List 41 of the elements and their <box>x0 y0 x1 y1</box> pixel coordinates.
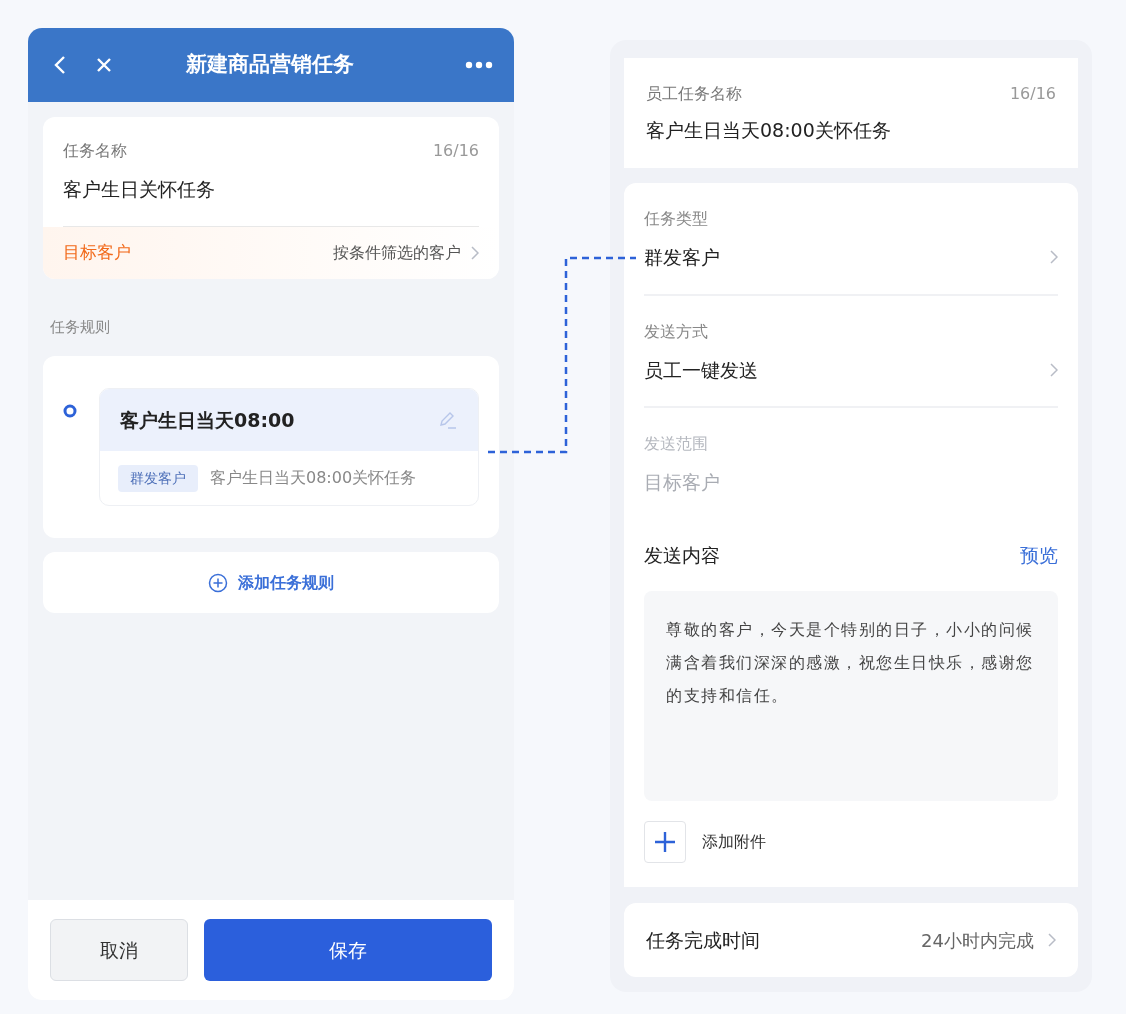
chevron-right-icon <box>1050 250 1058 265</box>
plus-icon <box>654 831 676 853</box>
plus-circle-icon <box>208 572 228 593</box>
target-customer-label: 目标客户 <box>63 240 131 264</box>
add-rule-button[interactable]: 添加任务规则 <box>43 552 499 613</box>
rule-description: 客户生日当天08:00关怀任务 <box>210 467 417 489</box>
rule-tag: 群发客户 <box>118 464 198 492</box>
setting-label: 发送范围 <box>644 433 709 455</box>
setting-value[interactable]: 员工一键发送 <box>644 355 758 384</box>
section-title: 任务规则 <box>50 316 111 338</box>
field-label: 任务名称 <box>63 140 127 162</box>
timeline-dot-icon <box>63 404 77 418</box>
target-customer-value: 按条件筛选的客户 <box>333 241 461 264</box>
employee-task-field[interactable]: 客户生日当天08:00关怀任务 <box>646 116 1056 145</box>
rule-title: 客户生日当天08:00 <box>120 407 295 433</box>
setting-label: 任务类型 <box>644 208 709 230</box>
completion-time-row[interactable]: 任务完成时间 24小时内完成 <box>624 903 1078 977</box>
add-attachment-button[interactable] <box>644 821 686 863</box>
chevron-right-icon <box>471 245 479 260</box>
chevron-right-icon <box>1048 933 1056 947</box>
char-counter: 16/16 <box>432 140 479 162</box>
setting-value: 目标客户 <box>644 470 720 495</box>
close-icon <box>96 57 112 73</box>
completion-time-value: 24小时内完成 <box>921 928 1034 953</box>
message-field[interactable]: 尊敬的客户，今天是个特别的日子，小小的问候满含着我们深深的感激，祝您生日快乐，感谢您的支持和信任。 <box>644 591 1058 801</box>
task-name-field[interactable]: 客户生日关怀任务 <box>63 175 479 204</box>
cancel-button[interactable]: 取消 <box>50 919 188 981</box>
setting-value[interactable]: 群发客户 <box>644 243 720 272</box>
header-title: 新建商品营销任务 <box>185 51 355 79</box>
save-button[interactable]: 保存 <box>204 919 492 981</box>
preview-link[interactable]: 预览 <box>1020 540 1058 569</box>
back-icon <box>54 55 66 75</box>
completion-time-label: 任务完成时间 <box>646 927 760 953</box>
content-title: 发送内容 <box>644 542 720 568</box>
field-label: 员工任务名称 <box>646 83 742 105</box>
char-counter: 16/16 <box>1009 83 1056 105</box>
attachment-label: 添加附件 <box>702 831 766 853</box>
more-icon <box>465 61 493 69</box>
rule-card[interactable]: 客户生日当天08:00 群发客户 客户生日当天08:00关怀任务 <box>99 388 479 506</box>
chevron-right-icon <box>1050 362 1058 377</box>
setting-label: 发送方式 <box>644 320 709 343</box>
